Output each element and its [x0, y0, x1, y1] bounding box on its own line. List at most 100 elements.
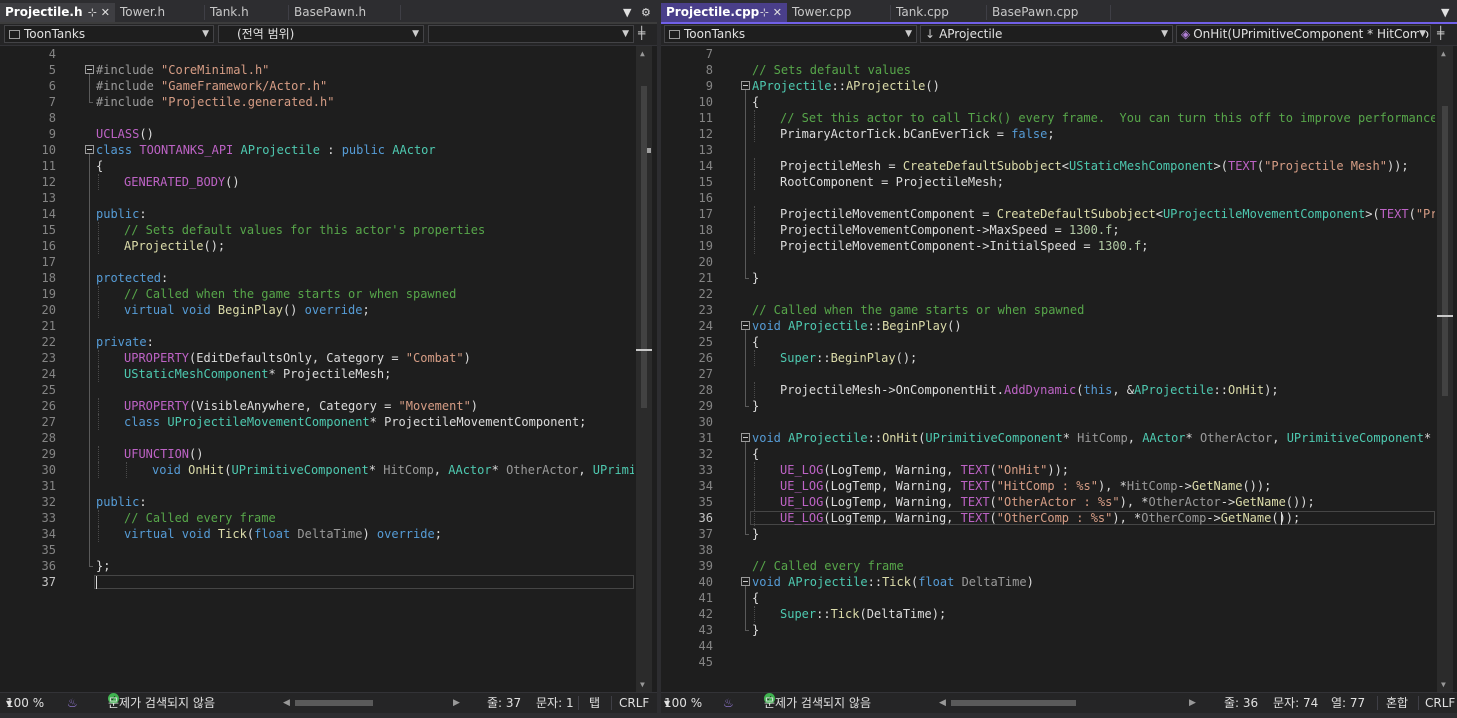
line-indicator[interactable]: 줄: 37: [487, 693, 521, 713]
hscroll-thumb[interactable]: [951, 700, 1076, 706]
code-line[interactable]: 45: [661, 654, 1435, 670]
code-line[interactable]: 11 {: [0, 158, 634, 174]
code-line[interactable]: 11 // Set this actor to call Tick() every…: [661, 110, 1435, 126]
scroll-down-icon[interactable]: ▼: [640, 680, 645, 689]
code-line[interactable]: 34 virtual void Tick(float DeltaTime) ove…: [0, 526, 634, 542]
project-dropdown[interactable]: ToonTanks ▼: [664, 25, 917, 43]
code-line[interactable]: 18 protected:: [0, 270, 634, 286]
hscroll-thumb[interactable]: [295, 700, 373, 706]
project-dropdown[interactable]: ToonTanks ▼: [4, 25, 214, 43]
code-line[interactable]: 22: [661, 286, 1435, 302]
brush-icon[interactable]: ♨: [723, 693, 734, 713]
gear-icon[interactable]: ⚙: [641, 3, 651, 22]
code-line[interactable]: 10 {: [661, 94, 1435, 110]
code-line[interactable]: 31: [0, 478, 634, 494]
code-line[interactable]: 38: [661, 542, 1435, 558]
code-line[interactable]: 42 Super::Tick(DeltaTime);: [661, 606, 1435, 622]
code-line[interactable]: 43}: [661, 622, 1435, 638]
tab-tower-h[interactable]: Tower.h: [115, 3, 205, 22]
code-line[interactable]: 37}: [661, 526, 1435, 542]
code-line[interactable]: 9 UCLASS(): [0, 126, 634, 142]
code-line[interactable]: 34 UE_LOG(LogTemp, Warning, TEXT("HitComp…: [661, 478, 1435, 494]
scroll-up-icon[interactable]: ▲: [640, 49, 645, 58]
brush-icon[interactable]: ♨: [67, 693, 78, 713]
scroll-thumb[interactable]: [641, 86, 647, 408]
code-line[interactable]: 18 ProjectileMovementComponent->MaxSpeed …: [661, 222, 1435, 238]
code-line[interactable]: 6 #include "GameFramework/Actor.h": [0, 78, 634, 94]
code-line[interactable]: 9 AProjectile::AProjectile(): [661, 78, 1435, 94]
scroll-right-icon[interactable]: ▶: [1189, 693, 1196, 713]
code-line[interactable]: 26 UPROPERTY(VisibleAnywhere, Category = …: [0, 398, 634, 414]
code-line[interactable]: 20: [661, 254, 1435, 270]
code-line[interactable]: 19 // Called when the game starts or when…: [0, 286, 634, 302]
tab-projectile-h[interactable]: Projectile.h ⊹ ✕: [0, 3, 115, 22]
code-line[interactable]: 39 // Called every frame: [661, 558, 1435, 574]
code-line[interactable]: 20 virtual void BeginPlay() override;: [0, 302, 634, 318]
code-line[interactable]: 14 ProjectileMesh = CreateDefaultSubobjec…: [661, 158, 1435, 174]
code-line[interactable]: 29 UFUNCTION(): [0, 446, 634, 462]
tab-tank-cpp[interactable]: Tank.cpp: [891, 3, 987, 22]
code-line[interactable]: 27 class UProjectileMovementComponent* Pr…: [0, 414, 634, 430]
code-line[interactable]: 32 public:: [0, 494, 634, 510]
code-line[interactable]: 8 // Sets default values: [661, 62, 1435, 78]
scope-dropdown[interactable]: ↓ AProjectile ▼: [920, 25, 1173, 43]
tab-basepawn-h[interactable]: BasePawn.h: [289, 3, 401, 22]
code-line[interactable]: 19 ProjectileMovementComponent->InitialSp…: [661, 238, 1435, 254]
line-indicator[interactable]: 줄: 36: [1224, 693, 1258, 713]
indent-mode[interactable]: 혼합: [1386, 693, 1408, 713]
code-line[interactable]: 10 class TOONTANKS_API AProjectile : publ…: [0, 142, 634, 158]
code-line[interactable]: 5 #include "CoreMinimal.h": [0, 62, 634, 78]
code-line[interactable]: 40 void AProjectile::Tick(float DeltaTime…: [661, 574, 1435, 590]
code-line[interactable]: 21}: [661, 270, 1435, 286]
code-line[interactable]: 25: [0, 382, 634, 398]
split-icon[interactable]: ╪: [1437, 26, 1444, 40]
code-line[interactable]: 36};: [0, 558, 634, 574]
code-line[interactable]: 13: [661, 142, 1435, 158]
collapse-icon[interactable]: [741, 321, 750, 330]
close-icon[interactable]: ✕: [101, 3, 110, 22]
code-line[interactable]: 12 GENERATED_BODY(): [0, 174, 634, 190]
code-line[interactable]: 15 RootComponent = ProjectileMesh;: [661, 174, 1435, 190]
line-ending[interactable]: CRLF: [619, 693, 649, 713]
collapse-icon[interactable]: [741, 81, 750, 90]
code-line[interactable]: 14 public:: [0, 206, 634, 222]
scroll-up-icon[interactable]: ▲: [1441, 49, 1446, 58]
code-line[interactable]: 17: [0, 254, 634, 270]
code-line[interactable]: 30 void OnHit(UPrimitiveComponent* HitCom…: [0, 462, 634, 478]
scroll-thumb[interactable]: [1442, 106, 1448, 396]
code-line[interactable]: 21: [0, 318, 634, 334]
code-line[interactable]: 15 // Sets default values for this actor'…: [0, 222, 634, 238]
code-line[interactable]: 30: [661, 414, 1435, 430]
code-line[interactable]: 7 #include "Projectile.generated.h": [0, 94, 634, 110]
code-line[interactable]: 24 void AProjectile::BeginPlay(): [661, 318, 1435, 334]
code-line[interactable]: 32 {: [661, 446, 1435, 462]
tab-projectile-cpp[interactable]: Projectile.cpp ⊹ ✕: [661, 3, 787, 22]
code-line[interactable]: 25 {: [661, 334, 1435, 350]
collapse-icon[interactable]: [85, 65, 94, 74]
line-ending[interactable]: CRLF: [1425, 693, 1455, 713]
scroll-left-icon[interactable]: ◀: [939, 693, 946, 713]
column-indicator[interactable]: 열: 77: [1331, 693, 1365, 713]
right-horizontal-scrollbar[interactable]: ◀ ▶: [939, 698, 1199, 708]
close-icon[interactable]: ✕: [773, 3, 782, 22]
char-indicator[interactable]: 문자: 74: [1273, 693, 1318, 713]
collapse-icon[interactable]: [741, 577, 750, 586]
scroll-right-icon[interactable]: ▶: [453, 693, 460, 713]
right-vertical-scrollbar[interactable]: ▲ ▼: [1437, 46, 1453, 692]
pin-icon[interactable]: ⊹: [88, 3, 97, 22]
code-line[interactable]: 23 // Called when the game starts or when…: [661, 302, 1435, 318]
zoom-dropdown[interactable]: 100 % ▾: [6, 693, 44, 713]
scroll-left-icon[interactable]: ◀: [283, 693, 290, 713]
scope-dropdown[interactable]: (전역 범위) ▼: [218, 25, 424, 43]
tab-dropdown-icon[interactable]: ▼: [1441, 3, 1449, 22]
member-dropdown[interactable]: ▼: [428, 25, 634, 43]
code-line[interactable]: 4: [0, 46, 634, 62]
scroll-down-icon[interactable]: ▼: [1441, 680, 1446, 689]
tab-tower-cpp[interactable]: Tower.cpp: [787, 3, 891, 22]
indent-mode[interactable]: 탭: [589, 693, 600, 713]
code-line[interactable]: 27: [661, 366, 1435, 382]
collapse-icon[interactable]: [741, 433, 750, 442]
collapse-icon[interactable]: [85, 145, 94, 154]
pin-icon[interactable]: ⊹: [760, 3, 769, 22]
code-line[interactable]: 31 void AProjectile::OnHit(UPrimitiveComp…: [661, 430, 1435, 446]
